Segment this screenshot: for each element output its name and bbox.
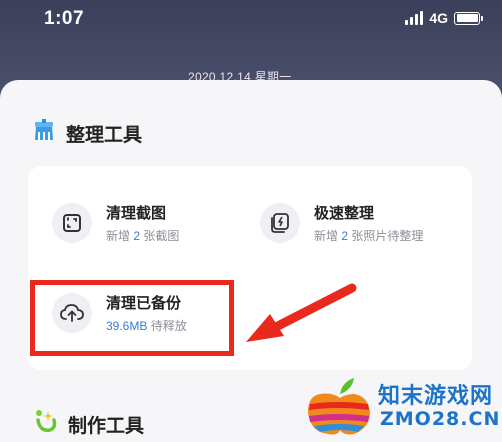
annotation-arrow-icon — [246, 283, 357, 342]
item-name: 极速整理 — [314, 205, 375, 222]
status-icons: 4G — [405, 10, 483, 26]
section-title-label: 制作工具 — [68, 415, 145, 437]
sparkle-icon — [34, 408, 58, 440]
item-subtitle: 新增 2 张照片待整理 — [314, 229, 424, 243]
section-make-tools: 制作工具 — [34, 408, 144, 440]
watermark-name: 知末游戏网 — [378, 384, 494, 409]
watermark-domain: ZMO28.CN — [380, 408, 501, 430]
broom-icon — [32, 118, 56, 148]
speed-organize-item[interactable]: 极速整理 新增 2 张照片待整理 — [260, 202, 423, 244]
status-bar: 1:07 4G — [0, 0, 502, 40]
section-title-label: 整理工具 — [66, 124, 143, 146]
section-organize-tools: 整理工具 — [32, 118, 142, 148]
lightning-photos-icon — [260, 203, 300, 243]
battery-icon — [454, 11, 483, 25]
network-type: 4G — [429, 10, 448, 26]
item-subtitle: 新增 2 张截图 — [106, 229, 180, 243]
signal-icon — [405, 11, 424, 25]
item-name: 清理截图 — [106, 205, 167, 222]
annotation-highlight-box — [30, 280, 234, 356]
clean-screenshots-item[interactable]: 清理截图 新增 2 张截图 — [52, 202, 179, 244]
status-time: 1:07 — [44, 8, 85, 29]
screenshot-icon — [52, 203, 92, 243]
